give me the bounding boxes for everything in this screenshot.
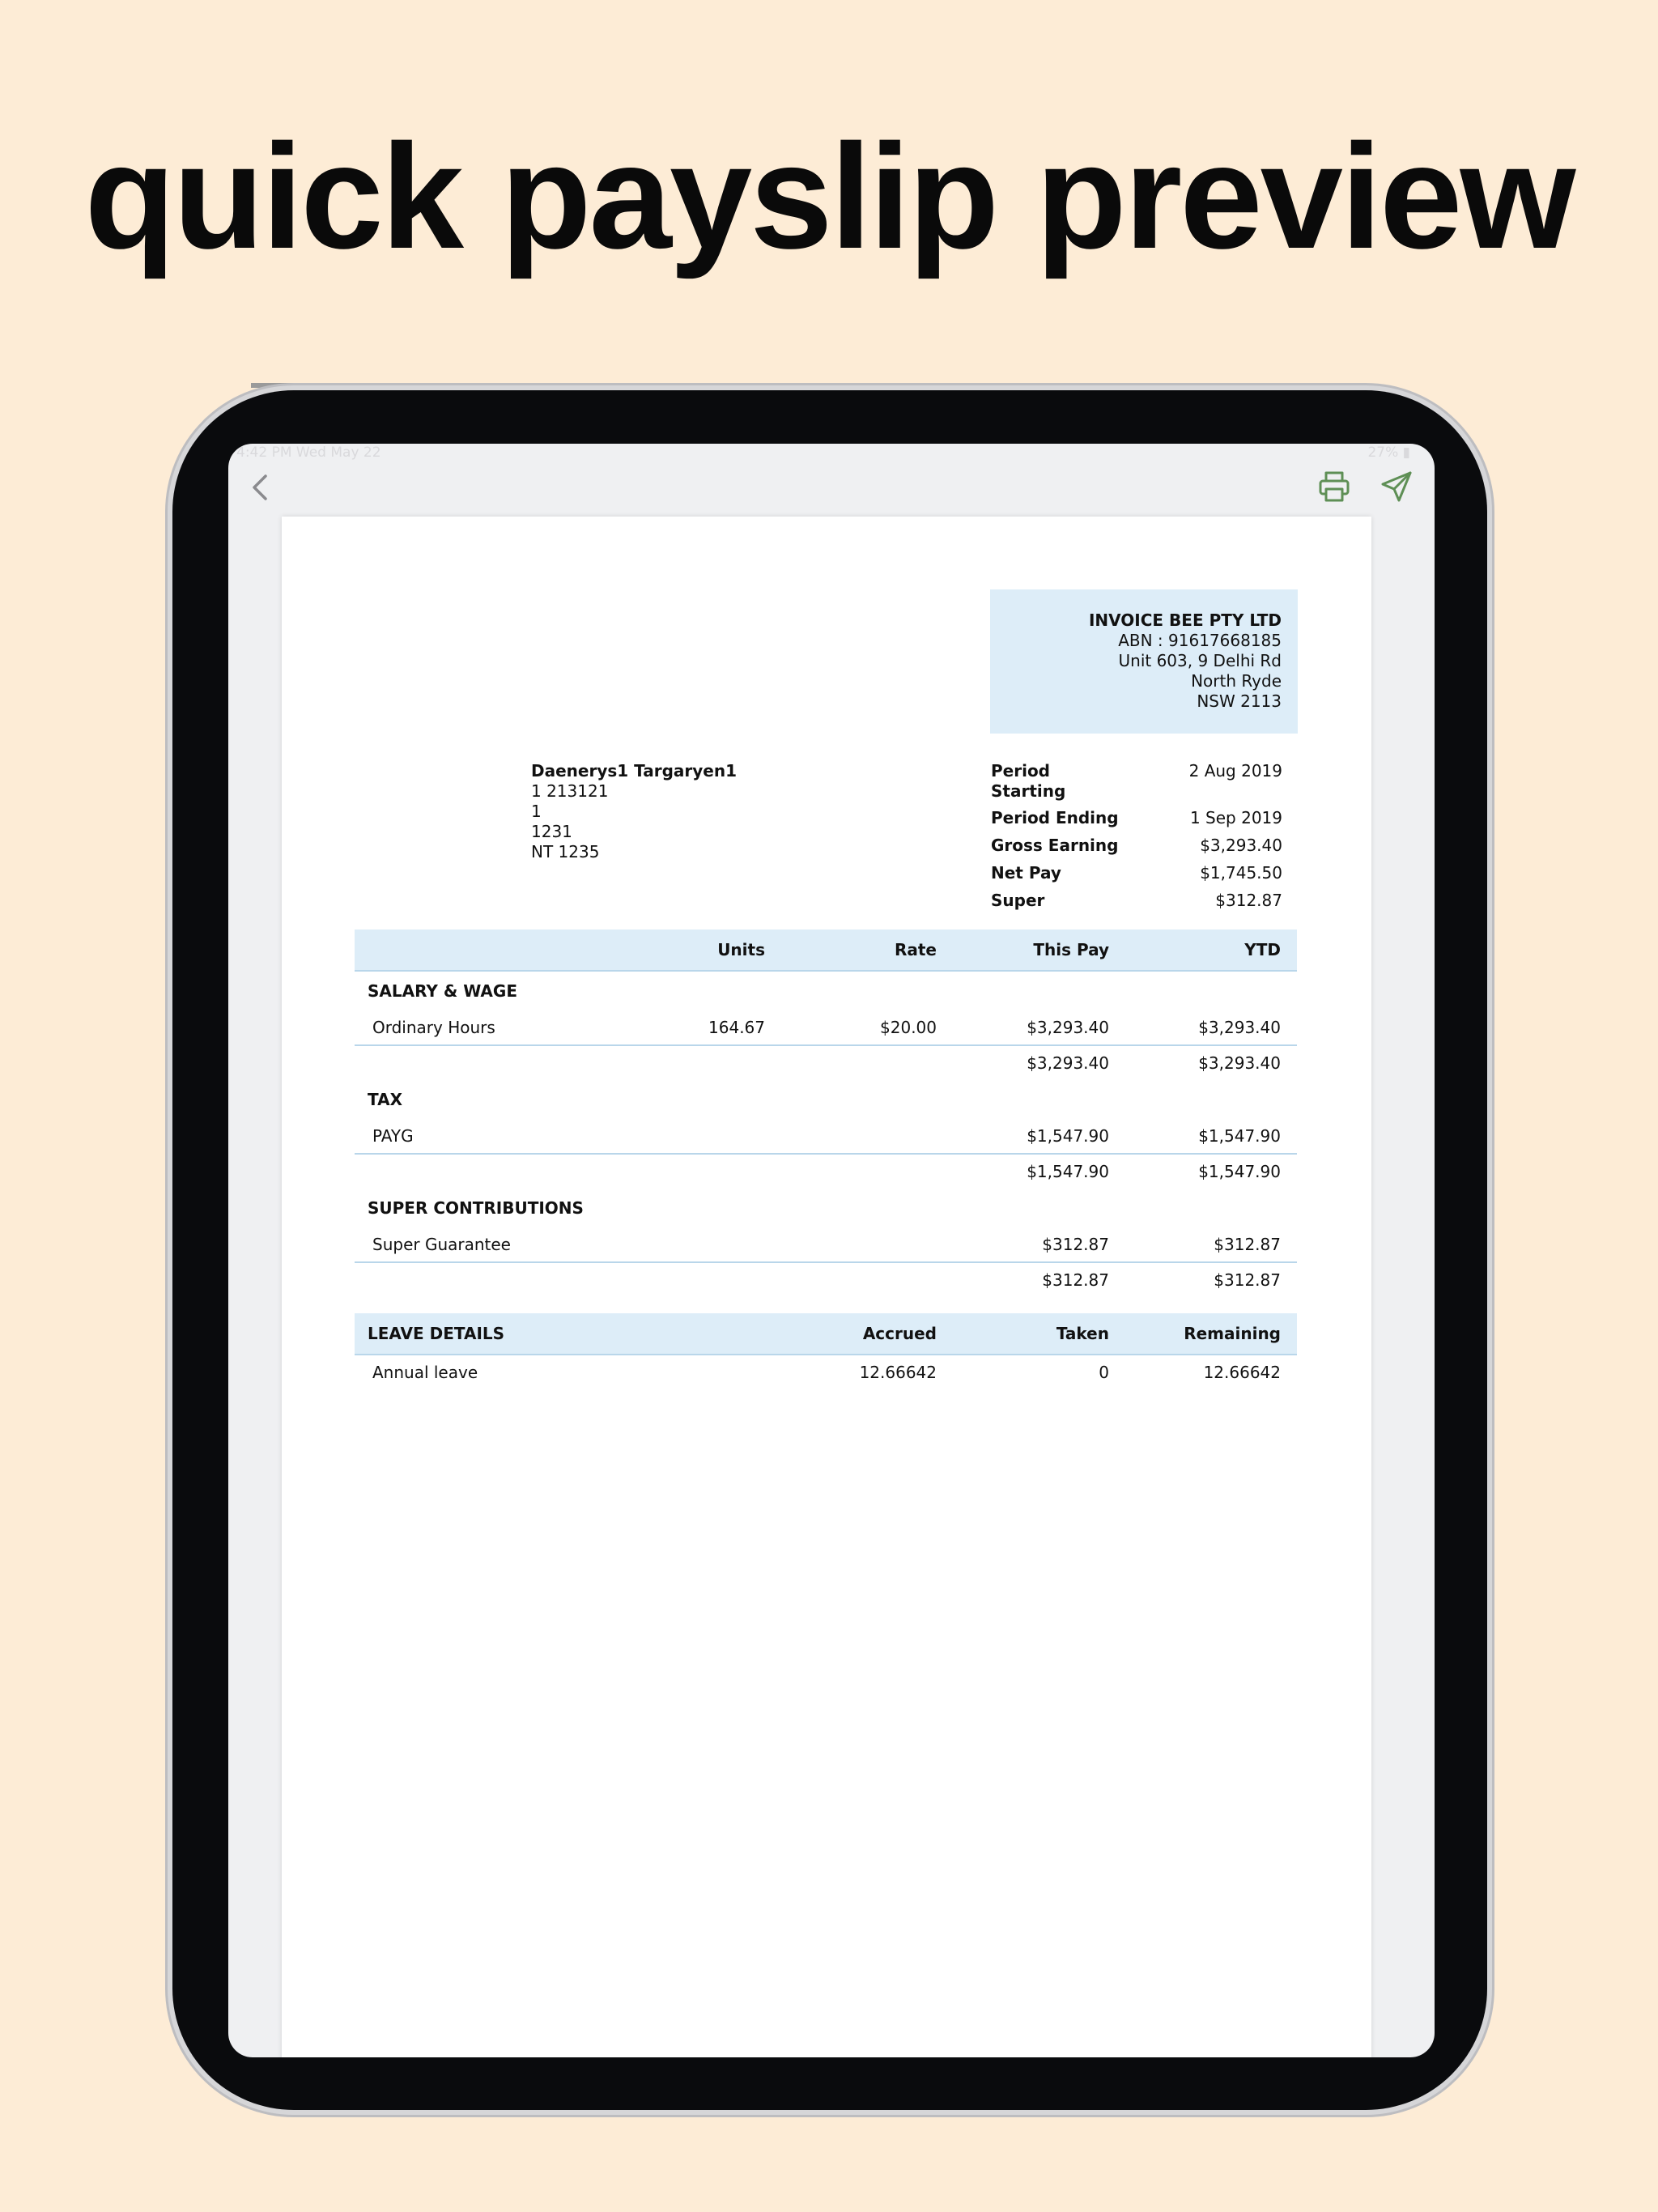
header-this-pay: This Pay	[1033, 940, 1109, 959]
table-row: Ordinary Hours 164.67 $20.00 $3,293.40 $…	[355, 1010, 1297, 1046]
employee-address-line1: 1 213121	[531, 781, 609, 801]
back-button[interactable]	[246, 471, 275, 504]
navigation-bar	[228, 462, 1435, 510]
app-screen: 4:42 PM Wed May 22 27% ▮ INVOICE BEE PTY…	[228, 444, 1435, 2057]
print-button[interactable]	[1317, 470, 1351, 504]
table-row: Super Guarantee $312.87 $312.87	[355, 1227, 1297, 1263]
row-taken: 0	[1099, 1363, 1109, 1382]
summary-value: $312.87	[1215, 891, 1282, 910]
earnings-table: Units Rate This Pay YTD SALARY & WAGE Or…	[355, 929, 1297, 1297]
summary-label: Period Ending	[991, 808, 1119, 827]
employee-name: Daenerys1 Targaryen1	[531, 761, 738, 781]
status-time: 4:42 PM Wed May 22	[236, 445, 381, 461]
summary-net-pay: Net Pay $1,745.50	[991, 863, 1282, 891]
summary-period-starting: Period Starting 2 Aug 2019	[991, 761, 1282, 808]
summary-value: 1 Sep 2019	[1189, 808, 1282, 827]
headline: quick payslip preview	[84, 113, 1575, 279]
header-accrued: Accrued	[862, 1324, 937, 1343]
subtotal-ytd: $312.87	[1214, 1270, 1281, 1290]
row-this-pay: $312.87	[1042, 1235, 1109, 1254]
row-this-pay: $3,293.40	[1027, 1018, 1109, 1037]
summary-label: Gross Earning	[991, 836, 1119, 855]
row-this-pay: $1,547.90	[1027, 1126, 1109, 1146]
row-rate: $20.00	[880, 1018, 937, 1037]
table-header: Units Rate This Pay YTD	[355, 929, 1297, 972]
table-row: Annual leave 12.66642 0 12.66642	[355, 1355, 1297, 1389]
header-ytd: YTD	[1244, 940, 1281, 959]
subtotal-ytd: $3,293.40	[1198, 1053, 1281, 1073]
company-address-line2: North Ryde	[1191, 671, 1282, 691]
table-row: PAYG $1,547.90 $1,547.90	[355, 1119, 1297, 1155]
table-subtotal-row: $3,293.40 $3,293.40	[355, 1046, 1297, 1080]
section-tax-title: TAX	[355, 1080, 1297, 1119]
status-battery: 27% ▮	[1367, 445, 1410, 461]
company-abn: ABN : 91617668185	[1118, 631, 1282, 650]
employee-block: Daenerys1 Targaryen1 1 213121 1 1231 NT …	[531, 761, 737, 862]
row-label: PAYG	[372, 1126, 414, 1146]
section-salary-title: SALARY & WAGE	[355, 972, 1297, 1010]
summary-label: Period Starting	[991, 761, 1066, 801]
row-accrued: 12.66642	[859, 1363, 937, 1382]
chevron-left-icon	[253, 474, 267, 500]
summary-gross-earning: Gross Earning $3,293.40	[991, 836, 1282, 863]
summary-super: Super $312.87	[991, 891, 1282, 918]
row-units: 164.67	[708, 1018, 765, 1037]
printer-icon	[1319, 471, 1350, 502]
employee-address-line3: 1231	[531, 822, 572, 841]
device-top-button	[251, 383, 325, 388]
row-label: Ordinary Hours	[372, 1018, 495, 1037]
row-ytd: $312.87	[1214, 1235, 1281, 1254]
summary-label: Super	[991, 891, 1045, 910]
summary-value: $3,293.40	[1200, 836, 1282, 855]
row-ytd: $1,547.90	[1198, 1126, 1281, 1146]
header-taken: Taken	[1056, 1324, 1109, 1343]
subtotal-this-pay: $312.87	[1042, 1270, 1109, 1290]
table-subtotal-row: $312.87 $312.87	[355, 1263, 1297, 1297]
employee-address-line4: NT 1235	[531, 842, 600, 861]
row-label: Super Guarantee	[372, 1235, 511, 1254]
send-icon	[1381, 471, 1412, 502]
header-remaining: Remaining	[1184, 1324, 1281, 1343]
summary-label: Net Pay	[991, 863, 1061, 883]
status-bar: 4:42 PM Wed May 22 27% ▮	[228, 444, 1435, 462]
company-address-line1: Unit 603, 9 Delhi Rd	[1118, 651, 1282, 670]
pay-summary: Period Starting 2 Aug 2019 Period Ending…	[991, 761, 1282, 918]
section-super-title: SUPER CONTRIBUTIONS	[355, 1189, 1297, 1227]
header-rate: Rate	[894, 940, 937, 959]
leave-table: LEAVE DETAILS Accrued Taken Remaining An…	[355, 1313, 1297, 1389]
section-title-text: SALARY & WAGE	[368, 981, 517, 1001]
header-units: Units	[717, 940, 765, 959]
send-button[interactable]	[1380, 470, 1414, 504]
subtotal-ytd: $1,547.90	[1198, 1162, 1281, 1181]
table-subtotal-row: $1,547.90 $1,547.90	[355, 1155, 1297, 1189]
summary-period-ending: Period Ending 1 Sep 2019	[991, 808, 1282, 836]
summary-value: $1,745.50	[1200, 863, 1282, 883]
company-address-line3: NSW 2113	[1197, 691, 1282, 711]
section-title-text: SUPER CONTRIBUTIONS	[368, 1198, 584, 1218]
row-ytd: $3,293.40	[1198, 1018, 1281, 1037]
leave-header: LEAVE DETAILS Accrued Taken Remaining	[355, 1313, 1297, 1355]
company-name: INVOICE BEE PTY LTD	[1088, 610, 1282, 630]
company-block: INVOICE BEE PTY LTD ABN : 91617668185 Un…	[990, 589, 1298, 734]
summary-value: 2 Aug 2019	[1188, 761, 1282, 781]
row-label: Annual leave	[372, 1363, 478, 1382]
subtotal-this-pay: $1,547.90	[1027, 1162, 1109, 1181]
employee-address-line2: 1	[531, 802, 542, 821]
section-title-text: TAX	[368, 1090, 402, 1109]
payslip-document: INVOICE BEE PTY LTD ABN : 91617668185 Un…	[282, 517, 1371, 2057]
leave-title: LEAVE DETAILS	[368, 1324, 505, 1343]
row-remaining: 12.66642	[1203, 1363, 1281, 1382]
subtotal-this-pay: $3,293.40	[1027, 1053, 1109, 1073]
